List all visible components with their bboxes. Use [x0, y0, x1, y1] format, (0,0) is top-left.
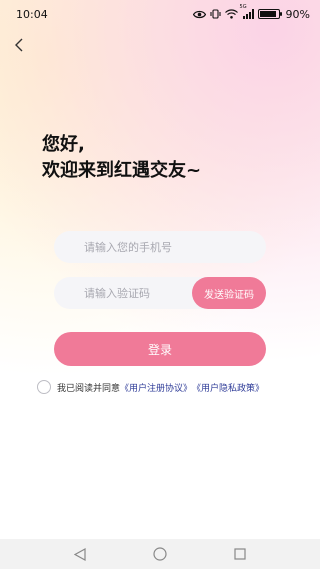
agreement-checkbox[interactable]: [37, 380, 51, 394]
code-input[interactable]: [82, 285, 186, 301]
phone-field: [54, 231, 266, 263]
user-agreement-link[interactable]: 《用户注册协议》: [120, 381, 192, 394]
status-right: 5G 90%: [192, 4, 310, 21]
nav-home-button[interactable]: [151, 545, 169, 563]
welcome-line-2: 欢迎来到红遇交友~: [42, 160, 202, 181]
nav-back-icon: [74, 547, 86, 561]
signal-icon: 5G: [240, 4, 254, 19]
send-code-button[interactable]: 发送验证码: [192, 277, 266, 309]
phone-input[interactable]: [82, 239, 266, 255]
nav-home-icon: [153, 547, 167, 561]
vibrate-icon: [209, 9, 221, 19]
login-button[interactable]: 登录: [54, 332, 266, 366]
back-chevron-icon: [15, 38, 23, 52]
battery-level-fill: [259, 11, 276, 17]
privacy-policy-link[interactable]: 《用户隐私政策》: [192, 381, 264, 394]
status-icons: 5G: [192, 4, 282, 19]
system-nav-bar: [0, 539, 320, 569]
agreement-prefix: 我已阅读并同意: [57, 383, 121, 394]
wifi-icon: [224, 9, 238, 19]
nav-back-button[interactable]: [71, 545, 89, 563]
eye-icon: [192, 10, 206, 19]
nav-recents-button[interactable]: [231, 545, 249, 563]
status-bar: 10:04 5G 90%: [0, 0, 320, 28]
code-field: 发送验证码: [54, 277, 266, 309]
welcome-title: 您好, 欢迎来到红遇交友~: [42, 132, 201, 184]
welcome-line-1: 您好,: [42, 134, 85, 155]
network-type-label: 5G: [239, 4, 247, 10]
status-time: 10:04: [16, 7, 48, 21]
battery-icon: [257, 9, 282, 19]
back-button[interactable]: [8, 34, 30, 56]
battery-percent: 90%: [285, 7, 310, 21]
agreement: 我已阅读并同意 《用户注册协议》 《用户隐私政策》: [37, 380, 264, 394]
nav-recents-icon: [234, 548, 246, 560]
